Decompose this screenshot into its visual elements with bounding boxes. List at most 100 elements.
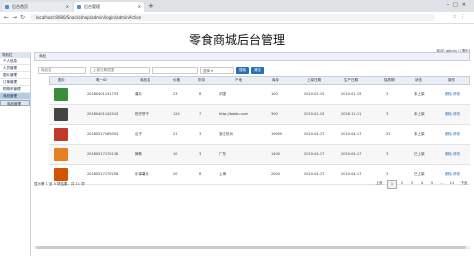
pagination: 上页 1 2 3 4 5 … 11 下页 — [374, 180, 470, 189]
col-status: 状态 — [415, 78, 422, 82]
table-row: 20180401141733 薯片 23 8 中国 100 2019-02-15 2019-0… — [49, 85, 470, 105]
tab-label: 后台管理 — [84, 4, 100, 9]
close-icon[interactable]: ✕ — [138, 2, 141, 12]
next-page-button[interactable]: 下页 — [458, 180, 470, 187]
product-thumbnail — [54, 128, 68, 141]
sidebar: 导航栏 个人信息 人员管理 图片管理 订单管理 购物车管理 商品管理 商品管理 — [0, 52, 31, 256]
cell-price: 124 — [173, 112, 180, 116]
cell-discount: 3 — [199, 132, 202, 136]
sidebar-item-cart[interactable]: 购物车管理 — [0, 86, 30, 93]
col-id: 唯一ID — [96, 78, 107, 82]
page-title: 零食商城后台管理 — [188, 33, 285, 47]
sidebar-subitem-products[interactable]: 商品管理 — [0, 100, 30, 106]
col-shelf: 保质期 — [384, 78, 395, 82]
cell-on-date: 2019-01-15 — [304, 112, 325, 116]
cell-discount: 3 — [199, 152, 202, 156]
sidebar-item-images[interactable]: 图片管理 — [0, 72, 30, 79]
cell-on-date: 2019-04-17 — [304, 132, 325, 136]
cell-shelf: 3 — [386, 152, 389, 156]
cell-made-date: 2019-01-15 — [341, 92, 362, 96]
product-thumbnail — [54, 148, 68, 161]
close-icon[interactable]: ✕ — [66, 2, 69, 12]
cell-discount: 7 — [199, 112, 202, 116]
sidebar-item-profile[interactable]: 个人信息 — [0, 58, 30, 65]
cell-shelf: 3 — [386, 92, 389, 96]
chevron-down-icon: ▾ — [211, 69, 213, 73]
url-input[interactable]: localhost:8080/Snack/shop/admin/login/ad… — [30, 14, 435, 21]
page-button[interactable]: 2 — [398, 180, 406, 187]
page-button[interactable]: 5 — [428, 180, 436, 187]
edit-delete-link[interactable]: 删除 修改 — [445, 172, 460, 176]
cell-made-date: 2019-04-17 — [341, 152, 362, 156]
status-select[interactable]: 选择 ▾ — [200, 67, 234, 74]
col-price: 价格 — [173, 78, 180, 82]
row-actions: 删除 修改 — [445, 85, 460, 104]
row-actions: 删除 修改 — [445, 125, 460, 144]
cell-stock: 1400 — [271, 152, 280, 156]
page-button[interactable]: 11 — [448, 180, 456, 187]
cell-id: 20180401141733 — [87, 92, 119, 96]
reload-icon[interactable]: ↻ — [20, 13, 25, 22]
status-select-value: 选择 — [203, 69, 210, 73]
cell-stock: 19050 — [271, 132, 283, 136]
col-made-date: 生产日期 — [344, 78, 358, 82]
cell-status: 已上架 — [414, 152, 425, 156]
page-button[interactable]: 4 — [418, 180, 426, 187]
row-actions: 删除 修改 — [445, 105, 460, 124]
cell-id: 20180517170136 — [87, 152, 119, 156]
cell-price: 23 — [173, 92, 178, 96]
table-row: 20180517165054 瓜子 21 3 浙江杭州 19050 2019-04-17 20… — [49, 125, 470, 145]
name-search-input[interactable] — [38, 67, 86, 74]
favicon-icon — [77, 5, 81, 9]
reset-button[interactable]: 清空 — [251, 67, 264, 74]
scrollbar-thumb[interactable] — [36, 246, 466, 249]
back-icon[interactable]: ← — [4, 13, 9, 22]
cell-name: 薯片 — [135, 92, 142, 96]
window-controls[interactable]: –□✕ — [447, 0, 470, 10]
cell-made-date: 2018-11-11 — [341, 112, 362, 116]
col-discount: 折扣 — [198, 78, 205, 82]
prev-page-button[interactable]: 上页 — [374, 180, 384, 187]
product-thumbnail — [54, 88, 68, 101]
sidebar-item-users[interactable]: 人员管理 — [0, 65, 30, 72]
cell-status: 未上架 — [414, 132, 425, 136]
col-origin: 产地 — [235, 78, 242, 82]
col-on-date: 上架日期 — [307, 78, 321, 82]
date-range-input[interactable] — [90, 67, 150, 74]
edit-delete-link[interactable]: 删除 修改 — [445, 92, 460, 96]
search-button[interactable]: 搜索 — [236, 67, 249, 74]
main-panel: 商品 选择 ▾ 搜索 清空 图片 唯一ID 商品名 价格 折扣 产地 库存 上架… — [34, 52, 470, 256]
tab-admin[interactable]: 后台管理 ✕ — [74, 2, 144, 12]
cell-origin: 浙江杭州 — [219, 132, 233, 136]
filter-input[interactable] — [152, 67, 198, 74]
cell-status: 未上架 — [414, 92, 425, 96]
edit-delete-link[interactable]: 删除 修改 — [445, 132, 460, 136]
forward-icon[interactable]: → — [12, 13, 17, 22]
table-row: 20180517170136 辣条 10 3 广东 1400 2019-04-17 2019-… — [49, 145, 470, 165]
new-tab-icon[interactable]: + — [148, 1, 154, 11]
cell-shelf: 31 — [386, 132, 391, 136]
table-footer: 显示第 1 至 5 项结果，共 11 项 上页 1 2 3 4 5 … 11 下… — [34, 180, 470, 189]
sidebar-item-orders[interactable]: 订单管理 — [0, 79, 30, 86]
tab-home[interactable]: 后台首页 ✕ — [2, 2, 72, 12]
horizontal-scrollbar[interactable] — [34, 246, 470, 249]
edit-delete-link[interactable]: 删除 修改 — [445, 112, 460, 116]
cell-name: 瓜子 — [135, 132, 142, 136]
panel-title: 商品 — [34, 52, 470, 61]
cell-price: 21 — [173, 132, 178, 136]
address-bar: ← → ↻ localhost:8080/Snack/shop/admin/lo… — [0, 12, 474, 24]
cell-id: 20180401142543 — [87, 112, 119, 116]
cell-made-date: 2019-04-17 — [341, 132, 362, 136]
cell-name: 辣条 — [135, 152, 142, 156]
page-ellipsis: … — [440, 181, 444, 185]
cell-price: 10 — [173, 152, 178, 156]
page-button[interactable]: 3 — [408, 180, 416, 187]
page-button[interactable]: 1 — [387, 180, 397, 189]
browser-menu-icon[interactable]: ☆⋮ — [453, 13, 468, 22]
cell-origin: 广东 — [219, 152, 226, 156]
table-body: 20180401141733 薯片 23 8 中国 100 2019-02-15 2019-0… — [49, 85, 470, 185]
edit-delete-link[interactable]: 删除 修改 — [445, 152, 460, 156]
table-row: 20180401142543 旺仔饼干 124 7 http://baidu.com 30… — [49, 105, 470, 125]
tab-label: 后台首页 — [12, 4, 28, 9]
sidebar-item-products[interactable]: 商品管理 — [0, 93, 30, 100]
